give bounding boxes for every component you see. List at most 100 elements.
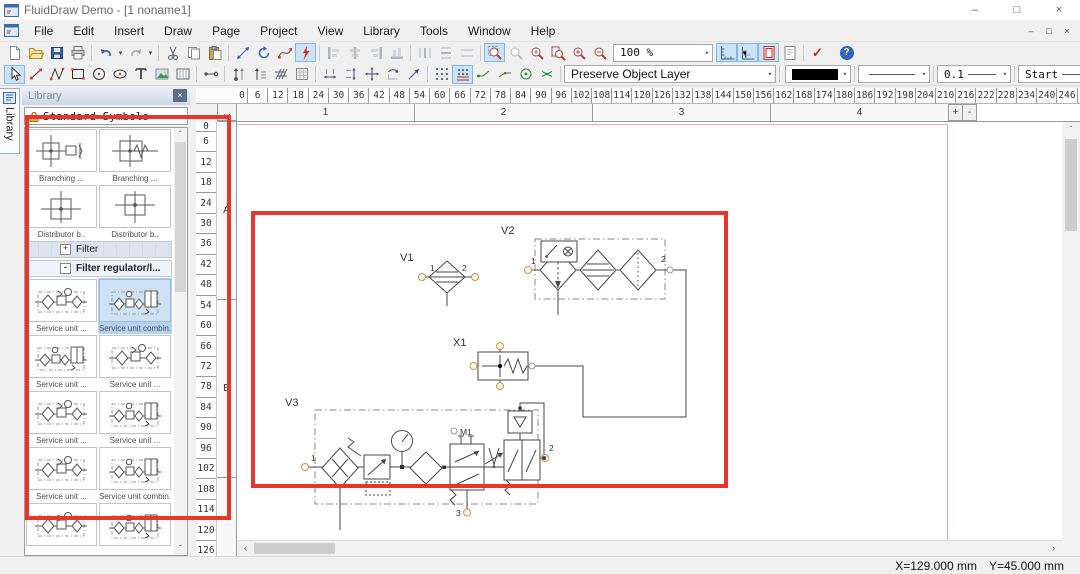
zoom-page-button[interactable] (547, 43, 568, 62)
library-symbol-item[interactable] (98, 502, 172, 556)
align-bottom-button[interactable] (386, 43, 407, 62)
library-scrollbar[interactable]: ˆ ˇ (174, 128, 187, 555)
equal-spacing-button[interactable] (456, 43, 477, 62)
symbol-group-filter-regulator-l-[interactable]: -Filter regulator/l... (25, 260, 172, 277)
vscrollbar-thumb[interactable] (1065, 139, 1077, 231)
dimension-vertical-button[interactable] (340, 65, 361, 84)
canvas-vertical-scrollbar[interactable]: ˆ ˇ (1062, 122, 1080, 556)
distribute-vertical-button[interactable] (435, 43, 456, 62)
toggle-rulers-button[interactable] (716, 43, 737, 62)
check-drawing-button[interactable]: ✓ (807, 43, 828, 62)
scroll-down-icon[interactable]: ˇ (174, 542, 187, 555)
library-symbol-item[interactable]: Service unit combin. (98, 446, 172, 502)
scroll-up-icon[interactable]: ˆ (1062, 122, 1080, 138)
menu-page[interactable]: Page (202, 21, 250, 41)
library-symbol-item[interactable]: Service unit ... (25, 334, 98, 390)
zoom-marquee-button[interactable] (484, 43, 505, 62)
arrow-tool-button[interactable] (403, 65, 424, 84)
align-right-button[interactable] (365, 43, 386, 62)
drawing-canvas[interactable]: V1 V2 X1 V3 M1 1 2 1 2 1 2 3 (237, 122, 1062, 540)
hatch-tool-button[interactable] (270, 65, 291, 84)
image-tool-button[interactable] (151, 65, 172, 84)
library-symbol-item[interactable]: Branching ... (25, 128, 98, 184)
cut-button[interactable] (162, 43, 183, 62)
align-terminals-horizontal-button[interactable] (249, 65, 270, 84)
align-terminals-vertical-button[interactable] (228, 65, 249, 84)
copy-button[interactable] (183, 43, 204, 62)
restore-icon[interactable]: □ (996, 0, 1038, 20)
library-symbol-item[interactable]: Distributor b.. (98, 184, 172, 240)
text-tool-button[interactable] (130, 65, 151, 84)
chevron-down-icon[interactable]: ▾ (1000, 70, 1010, 78)
chevron-down-icon[interactable]: ▾ (765, 70, 775, 78)
scroll-right-icon[interactable]: › (1045, 541, 1062, 556)
align-center-button[interactable] (344, 43, 365, 62)
line-color-combo[interactable]: ▾ (785, 65, 851, 83)
undo-dropdown-icon[interactable]: ▾ (116, 49, 125, 57)
child-restore-icon[interactable]: □ (1040, 26, 1058, 36)
line-width-combo[interactable]: 0.1▾ (937, 65, 1011, 83)
dimension-horizontal-button[interactable] (319, 65, 340, 84)
delete-connection-button[interactable] (536, 65, 557, 84)
redo-button[interactable] (125, 43, 146, 62)
library-symbol-item[interactable]: Service unit ... (25, 390, 98, 446)
ellipse-tool-button[interactable] (109, 65, 130, 84)
zoom-previous-button[interactable] (505, 43, 526, 62)
page-borders-button[interactable] (758, 43, 779, 62)
open-button[interactable] (25, 43, 46, 62)
toggle-grid-button[interactable] (737, 43, 758, 62)
close-icon[interactable]: × (1038, 0, 1080, 20)
menu-draw[interactable]: Draw (154, 21, 202, 41)
page-preview-button[interactable] (779, 43, 800, 62)
scroll-up-icon[interactable]: ˆ (174, 128, 187, 141)
zoom-level-combo[interactable]: 100 %▾ (613, 44, 713, 62)
chevron-down-icon[interactable]: ▾ (840, 70, 850, 78)
library-symbol-item[interactable]: Distributor b.. (25, 184, 98, 240)
new-button[interactable] (4, 43, 25, 62)
chevron-down-icon[interactable]: ▾ (702, 49, 712, 57)
child-close-icon[interactable]: × (1058, 26, 1076, 36)
library-symbol-item[interactable]: Branching ... (98, 128, 172, 184)
library-tab[interactable]: Library (0, 88, 20, 154)
zoom-all-button[interactable] (526, 43, 547, 62)
scroll-left-icon[interactable]: ‹ (237, 541, 254, 556)
menu-view[interactable]: View (307, 21, 353, 41)
move-tool-button[interactable] (361, 65, 382, 84)
zoom-in-ruler-button[interactable]: + (949, 104, 963, 121)
distribute-horizontal-button[interactable] (414, 43, 435, 62)
zoom-in-button[interactable] (568, 43, 589, 62)
pattern-tool-button[interactable] (291, 65, 312, 84)
print-button[interactable] (67, 43, 88, 62)
line-tool-button[interactable] (25, 65, 46, 84)
connection-node-button[interactable] (515, 65, 536, 84)
chevron-down-icon[interactable]: ▾ (919, 70, 929, 78)
help-button[interactable]: ? (836, 43, 857, 62)
save-button[interactable] (46, 43, 67, 62)
grid-points-button[interactable] (431, 65, 452, 84)
snap-grid-button[interactable] (452, 65, 473, 84)
library-symbol-item[interactable]: Service unit ... (98, 390, 172, 446)
edit-curve-button[interactable] (274, 43, 295, 62)
line-style-combo[interactable]: ▾ (858, 65, 930, 83)
connection-angled-button[interactable] (494, 65, 515, 84)
expand-icon[interactable]: + (60, 244, 71, 255)
menu-window[interactable]: Window (458, 21, 521, 41)
frame-tool-button[interactable] (172, 65, 193, 84)
collapse-icon[interactable]: - (60, 263, 71, 274)
connection-straight-button[interactable] (473, 65, 494, 84)
zoom-out-ruler-button[interactable]: - (963, 104, 977, 121)
pin-connections-button[interactable] (295, 43, 316, 62)
menu-project[interactable]: Project (250, 21, 307, 41)
library-symbol-item[interactable]: Service unit combin. (98, 278, 172, 334)
zoom-out-button[interactable] (589, 43, 610, 62)
library-symbol-item[interactable]: Service unit ... (25, 278, 98, 334)
canvas-horizontal-scrollbar[interactable]: ‹ › (237, 540, 1062, 556)
library-symbol-item[interactable] (25, 502, 98, 556)
polyline-tool-button[interactable] (46, 65, 67, 84)
menu-library[interactable]: Library (353, 21, 410, 41)
rotate-selection-button[interactable] (253, 43, 274, 62)
minimize-icon[interactable]: – (954, 0, 996, 20)
menu-edit[interactable]: Edit (63, 21, 104, 41)
symbol-group-filter[interactable]: +Filter (25, 241, 172, 258)
circle-tool-button[interactable] (88, 65, 109, 84)
